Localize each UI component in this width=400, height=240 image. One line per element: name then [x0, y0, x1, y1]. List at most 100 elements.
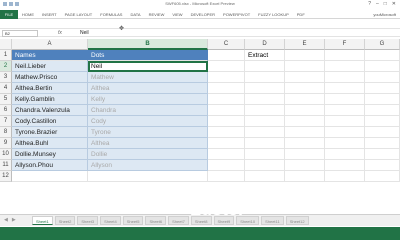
name-cell[interactable]: Kelly.Gamblin — [12, 94, 88, 105]
tab-view[interactable]: VIEW — [172, 10, 182, 19]
row-header-2[interactable]: 2 — [0, 61, 12, 72]
cell[interactable] — [208, 116, 245, 127]
help-icon[interactable]: ? — [368, 1, 371, 7]
extract-label[interactable]: Extract — [245, 50, 285, 61]
cell[interactable] — [325, 105, 365, 116]
row-header-9[interactable]: 9 — [0, 138, 12, 149]
cell[interactable] — [208, 50, 245, 61]
cell[interactable] — [285, 138, 325, 149]
cell[interactable] — [325, 50, 365, 61]
name-cell[interactable]: Althea.Buhl — [12, 138, 88, 149]
row-header-12[interactable]: 12 — [0, 171, 12, 182]
row-header-7[interactable]: 7 — [0, 116, 12, 127]
tab-formulas[interactable]: FORMULAS — [100, 10, 122, 19]
sheet-tab[interactable]: Sheet3 — [77, 216, 99, 225]
cell[interactable] — [208, 105, 245, 116]
row-header-4[interactable]: 4 — [0, 83, 12, 94]
column-header-f[interactable]: F — [325, 39, 365, 50]
row-header-8[interactable]: 8 — [0, 127, 12, 138]
sheet-tab[interactable]: Sheet4 — [100, 216, 121, 225]
column-header-c[interactable]: C — [208, 39, 245, 50]
row-header-1[interactable]: 1 — [0, 50, 12, 61]
cell[interactable] — [365, 171, 400, 182]
flash-fill-preview-cell[interactable]: Cody — [88, 116, 208, 127]
flash-fill-preview-cell[interactable]: Allyson — [88, 160, 208, 171]
cell[interactable] — [325, 61, 365, 72]
cell[interactable] — [365, 50, 400, 61]
sheet-tab[interactable]: Sheet11 — [261, 216, 284, 225]
tab-insert[interactable]: INSERT — [42, 10, 57, 19]
column-header-a[interactable]: A — [12, 39, 88, 50]
cell[interactable] — [325, 171, 365, 182]
cell[interactable] — [285, 116, 325, 127]
row-header-3[interactable]: 3 — [0, 72, 12, 83]
tab-pdf[interactable]: PDF — [297, 10, 305, 19]
name-cell[interactable]: Neil.Lieber — [12, 61, 88, 72]
column-header-e[interactable]: E — [285, 39, 325, 50]
cell[interactable] — [245, 94, 285, 105]
cell[interactable] — [245, 61, 285, 72]
cell[interactable] — [365, 94, 400, 105]
name-cell[interactable]: Allyson.Phou — [12, 160, 88, 171]
name-cell[interactable]: Althea.Bertin — [12, 83, 88, 94]
next-sheet-icon[interactable]: ▶ — [12, 217, 16, 224]
cell[interactable] — [208, 160, 245, 171]
cell[interactable] — [245, 160, 285, 171]
cell[interactable] — [325, 116, 365, 127]
cell[interactable] — [208, 72, 245, 83]
cell[interactable] — [245, 171, 285, 182]
name-cell[interactable]: Dollie.Munsey — [12, 149, 88, 160]
flash-fill-preview-cell[interactable]: Althea — [88, 138, 208, 149]
cell[interactable] — [285, 61, 325, 72]
tab-review[interactable]: REVIEW — [149, 10, 165, 19]
tab-data[interactable]: DATA — [130, 10, 140, 19]
cell[interactable] — [325, 160, 365, 171]
name-box[interactable]: B2 — [2, 30, 38, 37]
sheet-tab[interactable]: Sheet2 — [54, 216, 76, 225]
flash-fill-preview-cell[interactable]: Kelly — [88, 94, 208, 105]
cell[interactable] — [245, 127, 285, 138]
cell[interactable] — [245, 138, 285, 149]
cell[interactable] — [208, 149, 245, 160]
column-header-b[interactable]: B — [88, 39, 208, 50]
row-header-5[interactable]: 5 — [0, 94, 12, 105]
cell[interactable] — [208, 138, 245, 149]
cell[interactable] — [285, 149, 325, 160]
active-cell[interactable]: Neil — [88, 61, 208, 72]
cell[interactable] — [208, 94, 245, 105]
cell[interactable] — [285, 83, 325, 94]
tab-developer[interactable]: DEVELOPER — [191, 10, 215, 19]
cell[interactable] — [285, 105, 325, 116]
tab-page-layout[interactable]: PAGE LAYOUT — [65, 10, 93, 19]
sheet-tab[interactable]: Sheet1 — [32, 216, 53, 225]
flash-fill-preview-cell[interactable]: Dollie — [88, 149, 208, 160]
cell[interactable] — [365, 149, 400, 160]
tab-file[interactable]: FILE — [0, 10, 18, 19]
minimize-icon[interactable]: – — [376, 1, 379, 7]
cell[interactable] — [365, 72, 400, 83]
sheet-tab[interactable]: Sheet12 — [285, 216, 309, 225]
flash-fill-preview-cell[interactable]: Tyrone — [88, 127, 208, 138]
cell[interactable] — [325, 149, 365, 160]
cell[interactable] — [285, 171, 325, 182]
cell[interactable] — [245, 105, 285, 116]
column-header-g[interactable]: G — [365, 39, 400, 50]
flash-fill-preview-cell[interactable]: Chandra — [88, 105, 208, 116]
cell[interactable] — [325, 138, 365, 149]
cell[interactable] — [325, 94, 365, 105]
name-cell[interactable]: Chandra.Valenzula — [12, 105, 88, 116]
cell[interactable] — [245, 72, 285, 83]
row-header-11[interactable]: 11 — [0, 160, 12, 171]
maximize-icon[interactable]: □ — [384, 1, 387, 7]
formula-input[interactable]: Neil — [80, 29, 89, 38]
table-header-names[interactable]: Names — [12, 50, 88, 61]
cell[interactable] — [285, 160, 325, 171]
cell[interactable] — [208, 127, 245, 138]
tab-powerpivot[interactable]: POWERPIVOT — [223, 10, 250, 19]
row-header-6[interactable]: 6 — [0, 105, 12, 116]
cell[interactable] — [285, 50, 325, 61]
cell[interactable] — [365, 127, 400, 138]
tab-fuzzy-lookup[interactable]: FUZZY LOOKUP — [258, 10, 289, 19]
cell[interactable] — [325, 72, 365, 83]
cell[interactable] — [245, 116, 285, 127]
